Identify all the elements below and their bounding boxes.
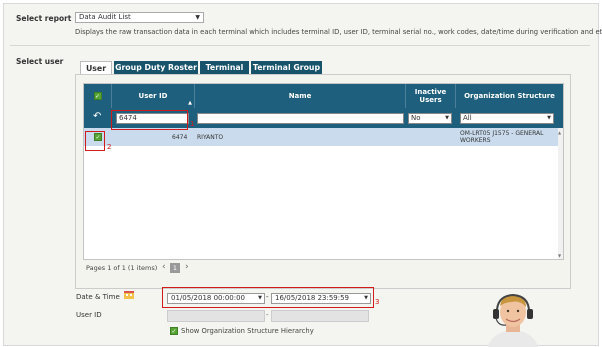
column-inactive-users[interactable]: Inactive Users [406,84,456,108]
annotation-label-3: 3 [375,298,380,306]
date-time-label: Date & Time [76,293,120,301]
show-hierarchy-label: Show Organization Structure Hierarchy [181,327,314,335]
inactive-users-filter[interactable]: No ▼ [408,113,452,124]
grid-header: ✓ User ID ▲ Name Inactive Users Organiza… [84,84,563,108]
select-user-label: Select user [16,57,64,66]
tab-terminal[interactable]: Terminal [200,61,249,75]
organization-filter[interactable]: All ▼ [460,113,554,124]
select-all-checkbox[interactable]: ✓ [93,92,102,100]
user-id-to-field [271,310,369,322]
calendar-icon[interactable] [124,291,134,299]
grid-scrollbar[interactable]: ▲ ▼ [558,128,563,259]
user-id-separator: - [266,311,269,319]
chevron-down-icon: ▼ [445,115,449,121]
show-hierarchy-checkbox[interactable]: ✓ [170,327,178,335]
row-organization: OM-LRT05 J1575 - GENERAL WORKERS [460,130,544,144]
pager-prev-button[interactable]: ‹ [162,262,166,272]
annotation-box-3 [162,287,374,308]
table-row[interactable]: ✓ 6474 RIYANTO OM-LRT05 J1575 - GENERAL … [84,128,558,146]
pager-next-button[interactable]: › [185,262,189,272]
sort-ascending-icon: ▲ [188,100,192,106]
row-name: RIYANTO [197,134,224,141]
row-user-id: 6474 [172,134,188,141]
report-select-value: Data Audit List [79,13,131,21]
tab-user[interactable]: User [80,61,112,75]
annotation-label-1: 1 [190,120,195,128]
header-select-all[interactable]: ✓ [84,84,112,108]
pager-page-1[interactable]: 1 [170,263,180,273]
report-select[interactable]: Data Audit List ▼ [75,12,204,23]
name-filter-input[interactable] [197,113,404,124]
column-organization-structure[interactable]: Organization Structure [456,84,563,108]
chevron-down-icon: ▼ [195,14,200,21]
column-user-id-label: User ID [138,92,168,100]
scroll-down-icon[interactable]: ▼ [558,253,561,258]
annotation-label-2: 2 [107,143,112,151]
chevron-down-icon: ▼ [547,115,551,121]
annotation-box-1 [111,110,188,130]
annotation-box-2 [85,131,105,151]
column-name[interactable]: Name [195,84,406,108]
column-user-id[interactable]: User ID ▲ [112,84,195,108]
user-id-label: User ID [76,311,102,319]
scroll-up-icon[interactable]: ▲ [558,130,561,135]
select-report-label: Select report [16,14,72,23]
user-id-from-field [167,310,265,322]
tab-terminal-group[interactable]: Terminal Group [251,61,322,75]
section-divider [10,45,590,46]
tab-group-duty-roster[interactable]: Group Duty Roster [114,61,198,75]
organization-filter-value: All [463,114,472,122]
reset-filter-icon[interactable]: ↶ [93,111,101,122]
inactive-users-filter-value: No [411,114,421,122]
support-avatar [484,292,542,347]
pager-info: Pages 1 of 1 (1 items) [86,264,158,272]
report-description: Displays the raw transaction data in eac… [75,28,602,36]
